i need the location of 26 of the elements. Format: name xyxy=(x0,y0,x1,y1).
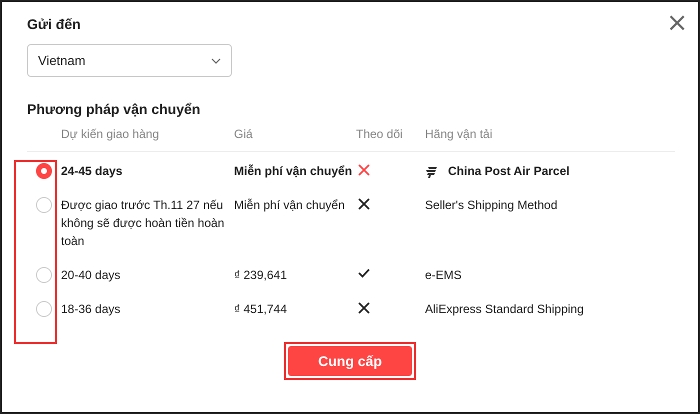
delivery-estimate: Được giao trước Th.11 27 nếu không sẽ được hoàn tiền hoàn toàn xyxy=(61,198,224,248)
price: ₫ 239,641 xyxy=(234,268,287,282)
price: Miễn phí vận chuyển xyxy=(234,164,352,178)
close-button[interactable]: × xyxy=(666,10,688,36)
delivery-estimate: 20-40 days xyxy=(61,268,120,282)
section-label: Phương pháp vận chuyển xyxy=(27,101,202,117)
radio-button[interactable] xyxy=(36,197,52,213)
column-header: Giá xyxy=(234,127,253,141)
radio-button[interactable] xyxy=(36,267,52,283)
radio-button[interactable] xyxy=(36,163,52,179)
carrier-name: Seller's Shipping Method xyxy=(425,197,558,214)
country-dropdown[interactable]: Vietnam xyxy=(27,44,232,77)
column-header: Hãng vận tải xyxy=(425,127,492,141)
delivery-estimate: 24-45 days xyxy=(61,164,122,178)
price: Miễn phí vận chuyển xyxy=(234,198,345,212)
carrier-name: China Post Air Parcel xyxy=(448,163,570,180)
radio-button[interactable] xyxy=(36,301,52,317)
section-label: Gửi đến xyxy=(27,16,82,32)
column-header: Dự kiến giao hàng xyxy=(61,127,160,141)
chevron-down-icon xyxy=(211,58,221,64)
delivery-estimate: 18-36 days xyxy=(61,302,120,316)
carrier-name: e-EMS xyxy=(425,267,462,284)
price: ₫ 451,744 xyxy=(234,302,287,316)
carrier-name: AliExpress Standard Shipping xyxy=(425,301,584,318)
submit-button[interactable]: Cung cấp xyxy=(288,346,412,376)
column-header: Theo dõi xyxy=(356,127,403,141)
